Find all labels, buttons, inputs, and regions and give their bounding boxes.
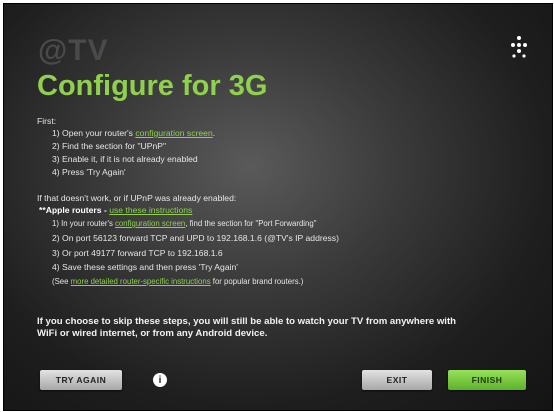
apple-routers-line: **Apple routers - use these instructions xyxy=(39,205,192,216)
port-step-1-text: 1) In your router's xyxy=(52,219,116,228)
apple-routers-label: **Apple routers - xyxy=(39,205,110,215)
see-instructions-line: (See more detailed router-specific instr… xyxy=(52,277,303,287)
port-step-1: 1) In your router's configuration screen… xyxy=(52,219,316,229)
configuration-screen-link[interactable]: configuration screen xyxy=(135,128,212,138)
fallback-intro: If that doesn't work, or if UPnP was alr… xyxy=(37,193,237,203)
step-3: 3) Enable it, if it is not already enabl… xyxy=(52,154,198,164)
step-2: 2) Find the section for "UPnP" xyxy=(52,141,167,151)
step-4: 4) Press 'Try Again' xyxy=(52,167,126,177)
step-1-text: 1) Open your router's xyxy=(52,128,136,138)
finish-button[interactable]: FINISH xyxy=(448,370,526,390)
port-step-1-end: , find the section for "Port Forwarding" xyxy=(185,219,317,228)
router-specific-instructions-link[interactable]: more detailed router-specific instructio… xyxy=(71,277,211,286)
see-end: for popular brand routers.) xyxy=(210,277,304,286)
router-config-link[interactable]: configuration screen xyxy=(115,219,185,228)
port-step-2: 2) On port 56123 forward TCP and UPD to … xyxy=(52,233,339,243)
first-label: First: xyxy=(37,116,57,126)
page-title: Configure for 3G xyxy=(37,70,268,102)
step-1: 1) Open your router's configuration scre… xyxy=(52,128,215,139)
dots-menu-icon[interactable] xyxy=(506,34,532,60)
step-1-end: . xyxy=(212,128,216,138)
port-step-3: 3) Or port 49177 forward TCP to 192.168.… xyxy=(52,248,223,258)
port-step-4: 4) Save these settings and then press 'T… xyxy=(52,262,238,272)
apple-instructions-link[interactable]: use these instructions xyxy=(109,205,192,215)
exit-button[interactable]: EXIT xyxy=(362,370,432,390)
configure-screen: @TV Configure for 3G First: 1) Open your… xyxy=(3,3,553,411)
see-text: (See xyxy=(52,277,71,286)
info-icon[interactable]: i xyxy=(153,373,167,387)
app-logo: @TV xyxy=(38,34,109,67)
skip-note: If you choose to skip these steps, you w… xyxy=(37,316,457,339)
try-again-button[interactable]: TRY AGAIN xyxy=(40,370,122,390)
